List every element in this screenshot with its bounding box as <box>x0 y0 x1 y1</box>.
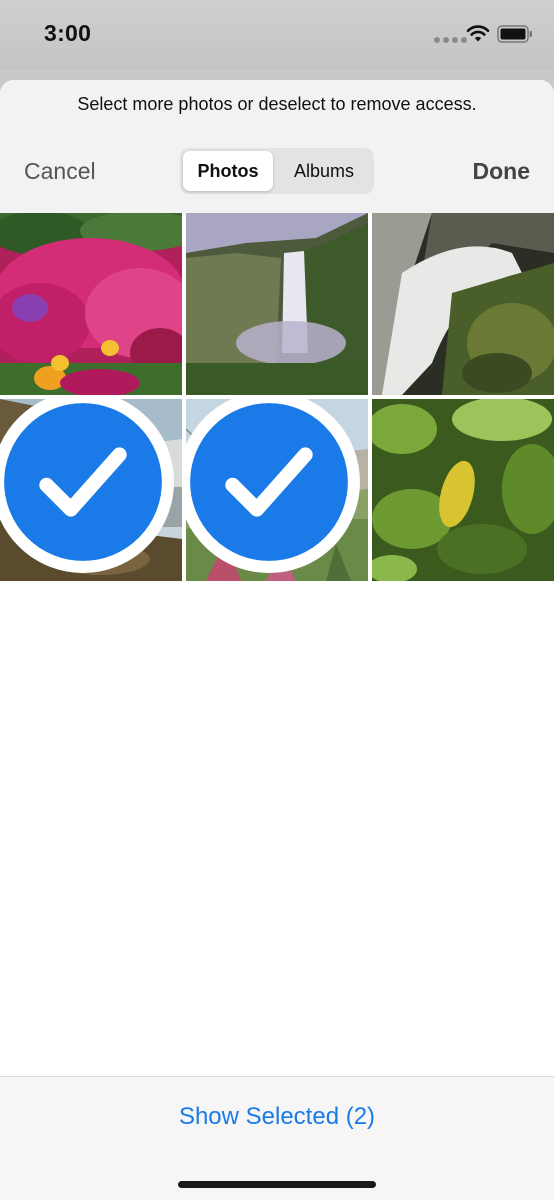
photo-thumbnail-beach-succulents[interactable] <box>186 399 368 581</box>
tab-albums[interactable]: Albums <box>277 151 371 191</box>
done-button[interactable]: Done <box>473 158 531 185</box>
sheet-header: Select more photos or deselect to remove… <box>0 80 554 213</box>
photo-picker-sheet: Select more photos or deselect to remove… <box>0 80 554 1200</box>
photo-thumbnail-waterfall-cliff[interactable] <box>186 213 368 395</box>
selected-checkmark-icon <box>0 399 174 573</box>
cellular-signal-icon <box>434 37 467 43</box>
photo-thumbnail-waterfall-closeup[interactable] <box>372 213 554 395</box>
access-prompt: Select more photos or deselect to remove… <box>77 94 477 114</box>
cancel-button[interactable]: Cancel <box>24 158 96 185</box>
bottom-bar: Show Selected (2) <box>0 1076 554 1200</box>
status-time: 3:00 <box>44 20 92 46</box>
status-bar: 3:00 <box>0 0 554 70</box>
battery-icon <box>497 25 532 43</box>
photo-thumbnail-misty-waterfall[interactable] <box>0 399 182 581</box>
flowers-image <box>0 213 182 395</box>
tab-photos[interactable]: Photos <box>183 151 273 191</box>
green-leaves-image <box>372 399 554 581</box>
waterfall-closeup-image <box>372 213 554 395</box>
photo-thumbnail-flowers[interactable] <box>0 213 182 395</box>
photo-thumbnail-green-leaves[interactable] <box>372 399 554 581</box>
home-indicator[interactable] <box>178 1181 376 1188</box>
selected-checkmark-icon <box>186 399 360 573</box>
wifi-icon <box>466 25 490 42</box>
waterfall-cliff-image <box>186 213 368 395</box>
photos-albums-segmented-control: Photos Albums <box>180 148 374 194</box>
photo-grid <box>0 213 554 581</box>
show-selected-button[interactable]: Show Selected (2) <box>0 1103 554 1131</box>
